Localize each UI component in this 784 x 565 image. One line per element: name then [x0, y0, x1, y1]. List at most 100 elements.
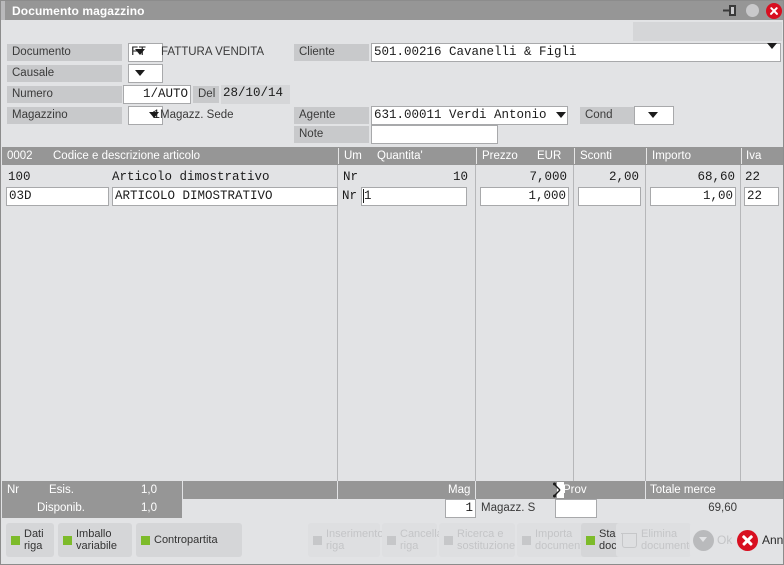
col-divider	[338, 148, 339, 164]
imballo-variabile-label: Imballo variabile	[76, 528, 117, 552]
footer-detail-bar: Disponib. 1,0 1 Magazz. S 69,60	[2, 499, 783, 518]
bottom-toolbar: Dati riga Imballo variabile Contropartit…	[2, 518, 784, 564]
col-header-um[interactable]: Um	[344, 147, 362, 165]
cliente-input[interactable]: 501.00216 Cavanelli & Figli	[371, 43, 781, 62]
cancella-riga-button: Cancella riga	[382, 523, 443, 557]
del-label: Del	[193, 86, 219, 103]
ricerca-sostituzione-button: Ricerca e sostituzione	[439, 523, 515, 557]
col-divider-line	[573, 165, 574, 481]
edit-descrizione-input[interactable]: ARTICOLO DIMOSTRATIVO	[112, 187, 338, 206]
square-icon	[522, 535, 531, 545]
note-label: Note	[294, 126, 369, 143]
footer-mag-input[interactable]: 1	[445, 499, 476, 518]
cell-quantita: 10	[452, 170, 468, 184]
col-divider-line	[475, 165, 476, 481]
edit-quantita-value: 1	[364, 189, 372, 203]
cond-chevron-down-icon[interactable]	[648, 112, 658, 118]
agente-input[interactable]: 631.00011 Verdi Antonio	[371, 106, 568, 125]
ok-label: Ok	[717, 533, 733, 547]
magazzino-description: Magazz. Sede	[160, 109, 234, 121]
col-header-eur[interactable]: EUR	[537, 147, 561, 165]
agente-label: Agente	[294, 107, 369, 124]
col-header-sconti[interactable]: Sconti	[580, 147, 612, 165]
chevron-down-circle-icon	[693, 529, 714, 551]
document-header-form: Documento FT FATTURA VENDITA Causale Num…	[2, 20, 783, 147]
causale-chevron-down-icon[interactable]	[135, 70, 145, 76]
col-header-prezzo[interactable]: Prezzo	[482, 147, 518, 165]
edit-quantita-input[interactable]: 1	[361, 187, 467, 206]
footer-divider	[182, 481, 183, 499]
close-circle-icon	[737, 529, 758, 551]
documento-description: FATTURA VENDITA	[161, 46, 265, 58]
documento-label: Documento	[7, 44, 122, 61]
col-divider	[476, 148, 477, 164]
footer-esis-label: Esis.	[49, 484, 74, 496]
footer-mag-description: Magazz. S	[481, 502, 536, 514]
elimina-documento-label: Elimina documento	[641, 528, 696, 552]
cancel-label: Annulla	[762, 533, 784, 547]
close-icon[interactable]	[765, 2, 783, 19]
documento-magazzino-window: Documento magazzino Documento FT FATTURA	[0, 0, 784, 565]
note-input[interactable]	[371, 125, 498, 144]
cliente-chevron-down-icon[interactable]	[767, 43, 777, 49]
dati-riga-label: Dati riga	[24, 528, 44, 552]
col-divider-line	[740, 165, 741, 481]
inserimento-riga-button: Inserimento riga	[308, 523, 383, 557]
documento-code-input[interactable]: FT	[128, 43, 163, 62]
cell-codice: 100	[8, 170, 31, 184]
imballo-variabile-button[interactable]: Imballo variabile	[58, 523, 132, 557]
footer-esis-value: 1,0	[141, 484, 157, 496]
documento-chevron-down-icon[interactable]	[135, 49, 145, 55]
cell-importo: 68,60	[697, 170, 735, 184]
elimina-documento-button: Elimina documento	[616, 523, 695, 557]
articles-table-body: 100 Articolo dimostrativo Nr 10 7,000 2,…	[2, 165, 783, 481]
green-square-icon	[11, 535, 20, 545]
footer-divider	[475, 481, 476, 499]
contropartita-button[interactable]: Contropartita	[136, 523, 242, 557]
col-header-codice[interactable]: Codice e descrizione articolo	[53, 147, 200, 165]
causale-input[interactable]	[128, 64, 163, 83]
footer-um-label: Nr	[7, 484, 20, 496]
magazzino-chevron-down-icon[interactable]	[149, 112, 159, 118]
footer-summary-bar: Nr Esis. 1,0 Mag Prov Totale merce	[2, 481, 783, 499]
cliente-label: Cliente	[294, 44, 369, 61]
edit-prezzo-input[interactable]: 1,000	[480, 187, 569, 206]
minimize-icon[interactable]	[721, 3, 739, 18]
cell-prezzo: 7,000	[529, 170, 567, 184]
edit-importo-input[interactable]: 1,00	[650, 187, 736, 206]
footer-prov-input[interactable]	[555, 499, 597, 518]
edit-sconti-input[interactable]	[578, 187, 641, 206]
footer-disponib-label: Disponib.	[37, 502, 85, 514]
footer-totale-label: Totale merce	[650, 484, 716, 496]
square-icon	[387, 535, 396, 545]
dati-riga-button[interactable]: Dati riga	[6, 523, 54, 557]
restore-icon[interactable]	[743, 3, 761, 18]
edit-codice-input[interactable]: 03D	[6, 187, 109, 206]
col-header-quantita[interactable]: Quantita'	[377, 147, 423, 165]
trash-icon	[621, 532, 637, 549]
ok-button[interactable]: Ok	[690, 523, 735, 557]
col-header-importo[interactable]: Importo	[652, 147, 691, 165]
cancella-riga-label: Cancella riga	[400, 528, 443, 552]
col-divider	[574, 148, 575, 164]
articles-table-header: 0002 Codice e descrizione articolo Um Qu…	[2, 147, 783, 165]
causale-label: Causale	[7, 65, 122, 82]
edit-iva-input[interactable]: 22	[744, 187, 779, 206]
col-divider-line	[337, 165, 338, 481]
cell-iva: 22	[745, 170, 761, 184]
col-divider-line	[645, 165, 646, 481]
ricerca-sostituzione-label: Ricerca e sostituzione	[457, 528, 516, 552]
agente-chevron-down-icon[interactable]	[556, 112, 566, 118]
edit-um-label: Nr	[342, 189, 358, 203]
cancel-button[interactable]: Annulla	[734, 523, 784, 557]
green-square-icon	[141, 535, 150, 545]
numero-input[interactable]: 1/AUTO	[123, 85, 191, 104]
footer-disponib-block: Disponib. 1,0	[2, 499, 182, 518]
text-caret	[363, 189, 364, 203]
green-square-icon	[63, 535, 72, 545]
col-header-iva[interactable]: Iva	[746, 147, 761, 165]
mouse-cursor-icon	[553, 482, 565, 498]
cond-label: Cond	[580, 107, 634, 124]
row-counter: 0002	[7, 150, 33, 162]
del-input[interactable]: 28/10/14	[221, 85, 290, 104]
